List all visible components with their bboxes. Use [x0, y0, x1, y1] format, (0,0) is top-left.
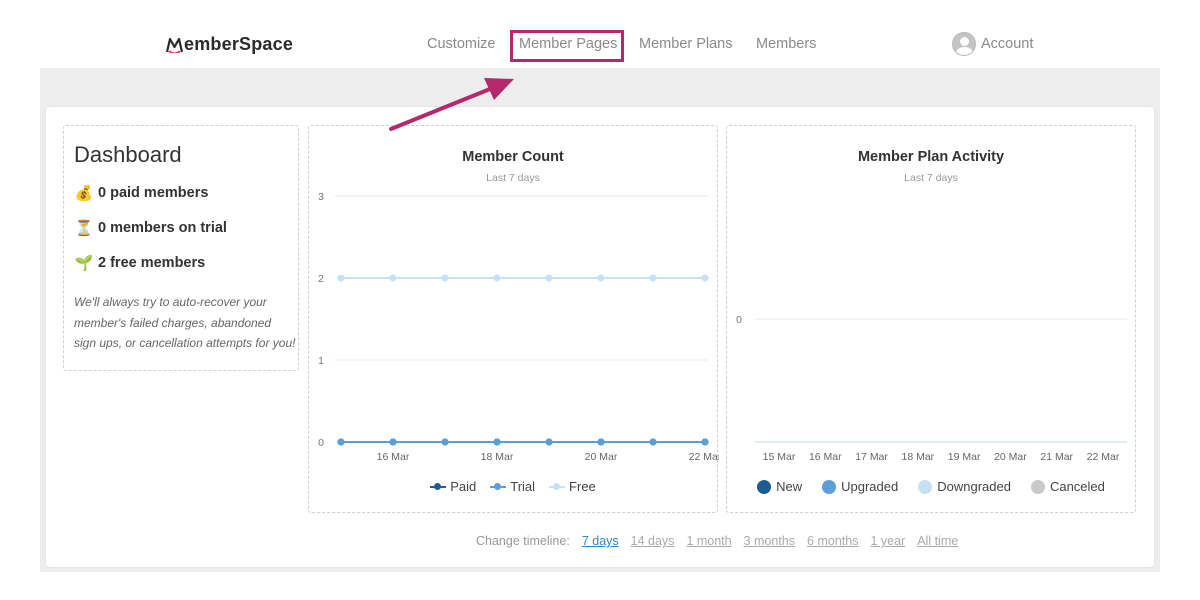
annotation-arrow — [389, 78, 514, 131]
